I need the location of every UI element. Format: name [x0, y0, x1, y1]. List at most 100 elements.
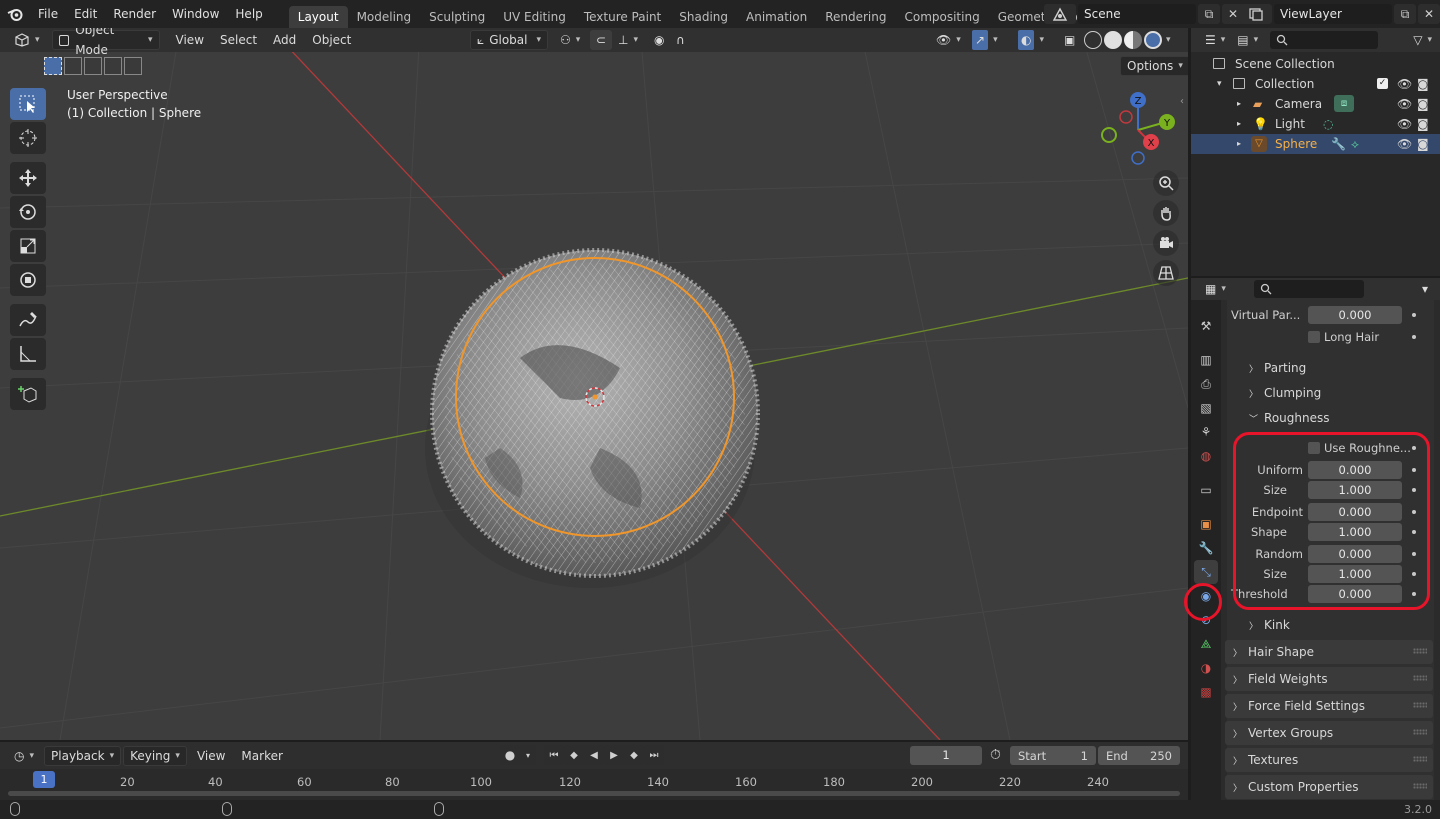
collection-checkbox-icon[interactable]: ✓: [1377, 78, 1388, 89]
tab-shading[interactable]: Shading: [670, 6, 737, 28]
next-keyframe-icon[interactable]: ◆: [624, 745, 644, 765]
view-layer-tab-icon[interactable]: ▧: [1194, 396, 1218, 420]
vertex-groups-panel[interactable]: 〉 Vertex Groups: [1225, 721, 1433, 745]
collection-tab-icon[interactable]: ▭: [1194, 478, 1218, 502]
tab-sculpting[interactable]: Sculpting: [420, 6, 494, 28]
eye-icon[interactable]: 👁: [1397, 94, 1412, 114]
drag-grip-icon[interactable]: [1413, 675, 1427, 681]
tab-modeling[interactable]: Modeling: [348, 6, 421, 28]
falloff-icon[interactable]: ∩: [670, 30, 691, 50]
overlay-toggle-icon[interactable]: ◐ ▾: [1012, 30, 1050, 50]
prev-keyframe-icon[interactable]: ◆: [564, 745, 584, 765]
outliner-item-camera[interactable]: ▸ ▰ Camera ⧈ 👁 ◙: [1191, 94, 1440, 114]
editor-type-button[interactable]: ▾: [8, 30, 46, 50]
jump-end-icon[interactable]: ⏭: [644, 745, 664, 765]
add-cube-tool[interactable]: [10, 378, 46, 410]
timeline-menu-view[interactable]: View: [191, 746, 231, 766]
tab-rendering[interactable]: Rendering: [816, 6, 895, 28]
keying-dropdown[interactable]: Keying ▾: [123, 745, 187, 766]
select-extend-icon[interactable]: [64, 57, 82, 75]
material-shading-icon[interactable]: [1124, 31, 1142, 49]
expand-icon[interactable]: ▸: [1237, 134, 1241, 154]
solid-shading-icon[interactable]: [1104, 31, 1122, 49]
wireframe-shading-icon[interactable]: [1084, 31, 1102, 49]
mesh-data-icon[interactable]: ⟡: [1351, 134, 1359, 154]
force-field-settings-panel[interactable]: 〉 Force Field Settings: [1225, 694, 1433, 718]
outliner-scene-collection[interactable]: Scene Collection: [1191, 54, 1440, 74]
roughness-subpanel[interactable]: ﹀ Roughness: [1249, 411, 1329, 425]
kink-subpanel[interactable]: 〉 Kink: [1249, 618, 1290, 632]
tab-texture-paint[interactable]: Texture Paint: [575, 6, 670, 28]
measure-tool[interactable]: [10, 338, 46, 370]
3d-viewport[interactable]: ▾ Object Mode ▾ View Select Add Object ⟀…: [0, 28, 1188, 740]
blender-logo-icon[interactable]: [0, 0, 30, 28]
expand-icon[interactable]: ▸: [1237, 114, 1241, 134]
tab-uv-editing[interactable]: UV Editing: [494, 6, 575, 28]
jump-start-icon[interactable]: ⏮: [544, 745, 564, 765]
select-intersect-icon[interactable]: [124, 57, 142, 75]
modifier-wrench-icon[interactable]: 🔧: [1331, 134, 1346, 154]
tool-tab-icon[interactable]: ⚒: [1194, 314, 1218, 338]
timeline-editor-type-icon[interactable]: ◷ ▾: [8, 746, 40, 766]
rotate-tool[interactable]: [10, 196, 46, 228]
camera-render-icon[interactable]: ◙: [1417, 74, 1429, 94]
keyframe-dot[interactable]: [1412, 313, 1416, 317]
delete-view-layer-icon[interactable]: ✕: [1418, 4, 1440, 24]
timeline-menu-marker[interactable]: Marker: [235, 746, 288, 766]
object-tab-icon[interactable]: ▣: [1194, 512, 1218, 536]
annotate-tool[interactable]: [10, 304, 46, 336]
record-icon[interactable]: ●: [500, 745, 520, 765]
sidebar-toggle-icon[interactable]: ‹: [1180, 96, 1184, 107]
menu-file[interactable]: File: [30, 0, 66, 28]
menu-help[interactable]: Help: [227, 0, 270, 28]
eye-icon[interactable]: 👁: [1397, 74, 1412, 94]
light-data-icon[interactable]: ◌: [1323, 114, 1333, 134]
field-weights-panel[interactable]: 〉 Field Weights: [1225, 667, 1433, 691]
new-scene-icon[interactable]: ⧉: [1198, 4, 1220, 24]
tab-animation[interactable]: Animation: [737, 6, 816, 28]
transform-tool[interactable]: [10, 264, 46, 296]
menu-select[interactable]: Select: [214, 30, 263, 50]
snap-toggle-icon[interactable]: ⊂: [590, 30, 613, 50]
properties-editor-type-icon[interactable]: ▦ ▾: [1199, 279, 1232, 299]
textures-panel[interactable]: 〉 Textures: [1225, 748, 1433, 772]
outliner-search-input[interactable]: [1270, 31, 1379, 49]
render-tab-icon[interactable]: ▥: [1194, 348, 1218, 372]
tab-layout[interactable]: Layout: [288, 5, 348, 28]
move-tool[interactable]: [10, 162, 46, 194]
transform-orientation-dropdown[interactable]: ⟀ Global ▾: [470, 30, 548, 50]
stopwatch-icon[interactable]: ⏱: [990, 747, 1001, 763]
perspective-toggle-icon[interactable]: [1153, 260, 1179, 286]
navigation-gizmo[interactable]: Z Y X: [1096, 90, 1176, 170]
current-frame-field[interactable]: 1: [910, 746, 982, 765]
outliner-editor-type-icon[interactable]: ☰ ▾: [1199, 30, 1231, 50]
world-tab-icon[interactable]: ◍: [1194, 444, 1218, 468]
drag-grip-icon[interactable]: [1413, 702, 1427, 708]
rendered-shading-icon[interactable]: [1144, 31, 1162, 49]
drag-grip-icon[interactable]: [1413, 783, 1427, 789]
scene-tab-icon[interactable]: ⚘: [1194, 420, 1218, 444]
pan-hand-icon[interactable]: [1153, 200, 1179, 226]
view-layer-field[interactable]: ViewLayer: [1274, 4, 1392, 24]
cursor-tool[interactable]: [10, 122, 46, 154]
snap-element-icon[interactable]: ⊥ ▾: [612, 30, 644, 50]
mode-dropdown[interactable]: Object Mode ▾: [51, 28, 160, 57]
drag-grip-icon[interactable]: [1413, 648, 1427, 654]
tab-compositing[interactable]: Compositing: [895, 6, 988, 28]
visibility-icon[interactable]: 👁 ▾: [930, 30, 967, 50]
drag-grip-icon[interactable]: [1413, 729, 1427, 735]
outliner-collection[interactable]: ▾ Collection ✓ 👁 ◙: [1191, 74, 1440, 94]
texture-tab-icon[interactable]: ▩: [1194, 680, 1218, 704]
custom-properties-panel[interactable]: 〉 Custom Properties: [1225, 775, 1433, 799]
gizmo-toggle-icon[interactable]: ↗ ▾: [966, 30, 1004, 50]
menu-view[interactable]: View: [170, 30, 210, 50]
eye-icon[interactable]: 👁: [1397, 114, 1412, 134]
menu-render[interactable]: Render: [105, 0, 164, 28]
keying-set-icon[interactable]: ▾: [520, 745, 536, 765]
modifier-tab-icon[interactable]: 🔧: [1194, 536, 1218, 560]
eye-icon[interactable]: 👁: [1397, 134, 1412, 154]
camera-render-icon[interactable]: ◙: [1417, 94, 1429, 114]
scene-icon[interactable]: [1044, 4, 1076, 24]
play-icon[interactable]: ▶: [604, 745, 624, 765]
menu-add[interactable]: Add: [267, 30, 302, 50]
